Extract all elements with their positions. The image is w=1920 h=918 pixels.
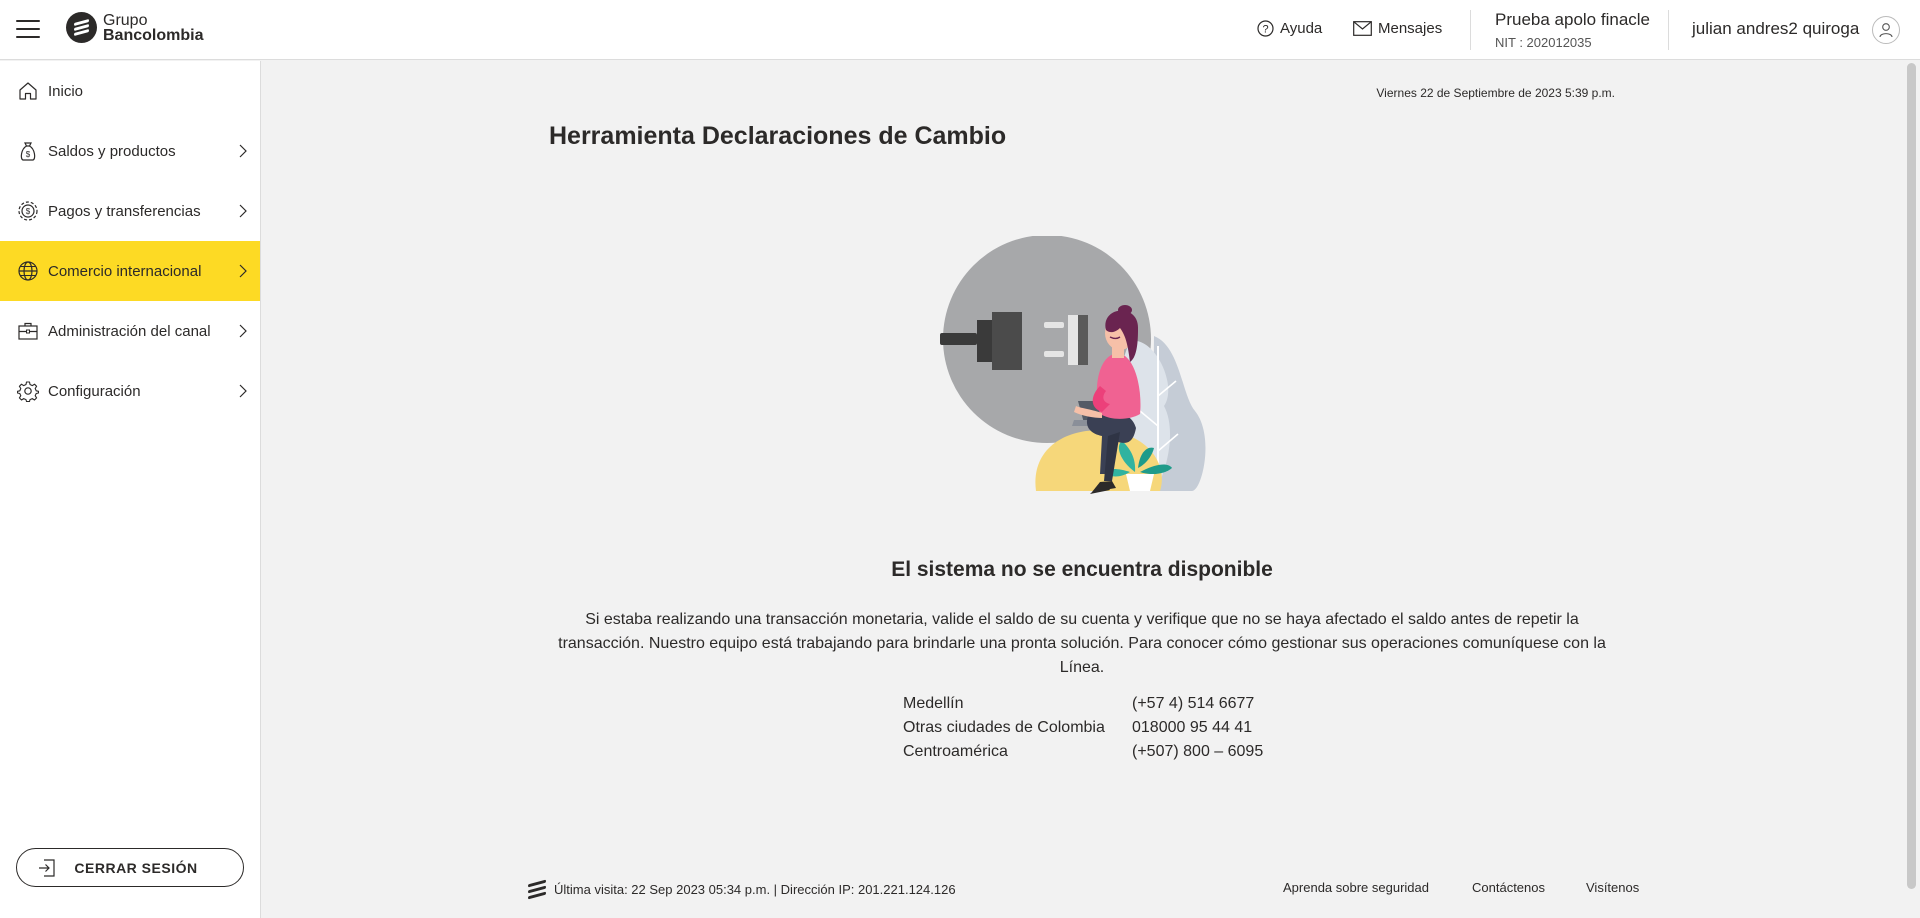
company-name: Prueba apolo finacle (1495, 10, 1651, 29)
home-icon (19, 82, 37, 100)
contact-city: Medellín (903, 695, 964, 712)
top-header: Grupo Bancolombia ? Ayuda Mensajes Prueb… (0, 0, 1920, 60)
help-link[interactable]: ? Ayuda (1257, 20, 1322, 37)
sidebar-item-pagos[interactable]: $ Pagos y transferencias (0, 181, 260, 241)
bancolombia-mark-icon (526, 879, 548, 900)
footer-link-seguridad[interactable]: Aprenda sobre seguridad (1283, 880, 1429, 895)
logout-arrow-icon (39, 859, 55, 877)
sidebar-item-administracion[interactable]: Administración del canal (0, 301, 260, 361)
sidebar-item-inicio[interactable]: Inicio (0, 61, 260, 121)
sidebar-item-label: Pagos y transferencias (48, 202, 201, 220)
error-title: El sistema no se encuentra disponible (891, 558, 1273, 581)
contact-phone-list: Medellín (+57 4) 514 6677 Otras ciudades… (903, 692, 1263, 764)
messages-label: Mensajes (1378, 20, 1443, 37)
help-circle-icon: ? (1257, 20, 1274, 37)
globe-icon (18, 261, 38, 281)
header-divider (1668, 10, 1669, 50)
logo-mark-icon (66, 12, 97, 43)
logout-label: CERRAR SESIÓN (74, 859, 198, 876)
contact-row: Medellín (+57 4) 514 6677 (903, 692, 1263, 716)
user-avatar-icon[interactable] (1872, 16, 1900, 44)
contact-row: Otras ciudades de Colombia 018000 95 44 … (903, 716, 1263, 740)
disconnected-plug-illustration (940, 236, 1206, 494)
vertical-scrollbar[interactable] (1903, 61, 1920, 918)
contact-phone: (+57 4) 514 6677 (1132, 695, 1255, 712)
contact-phone: (+507) 800 – 6095 (1132, 743, 1264, 760)
money-bag-icon: $ (20, 142, 36, 161)
user-name[interactable]: julian andres2 quiroga (1692, 19, 1859, 39)
company-info: Prueba apolo finacle NIT : 202012035 (1495, 10, 1650, 50)
footer-link-visitenos[interactable]: Visítenos (1586, 880, 1639, 895)
sidebar-item-configuracion[interactable]: Configuración (0, 361, 260, 421)
scrollbar-thumb[interactable] (1907, 63, 1916, 889)
sidebar: Inicio $ Saldos y productos $ Pagos y tr… (0, 61, 261, 918)
contact-phone: 018000 95 44 41 (1132, 719, 1253, 736)
chevron-right-icon (239, 264, 247, 278)
help-label: Ayuda (1280, 20, 1323, 37)
sidebar-item-label: Configuración (48, 382, 141, 400)
sidebar-item-label: Administración del canal (48, 322, 211, 340)
envelope-icon (1353, 21, 1372, 36)
current-datetime: Viernes 22 de Septiembre de 2023 5:39 p.… (1376, 86, 1615, 100)
chevron-right-icon (239, 324, 247, 338)
footer-link-contactenos[interactable]: Contáctenos (1472, 880, 1545, 895)
briefcase-icon (18, 322, 38, 340)
chevron-right-icon (239, 204, 247, 218)
bancolombia-logo[interactable]: Grupo Bancolombia (66, 12, 203, 43)
logo-line2: Bancolombia (103, 26, 204, 44)
page-title: Herramienta Declaraciones de Cambio (549, 122, 1007, 150)
svg-text:$: $ (26, 150, 31, 159)
footer-last-visit: Última visita: 22 Sep 2023 05:34 p.m. | … (526, 879, 956, 900)
payments-gear-icon: $ (18, 201, 38, 221)
sidebar-item-comercio-internacional[interactable]: Comercio internacional (0, 241, 260, 301)
error-message: Si estaba realizando una transacción mon… (558, 611, 1606, 676)
svg-text:$: $ (26, 207, 31, 216)
messages-link[interactable]: Mensajes (1353, 20, 1442, 37)
company-nit: NIT : 202012035 (1495, 35, 1592, 50)
contact-city: Centroamérica (903, 743, 1008, 760)
last-visit-text: Última visita: 22 Sep 2023 05:34 p.m. | … (554, 881, 956, 897)
header-divider (1470, 10, 1471, 50)
sidebar-item-saldos[interactable]: $ Saldos y productos (0, 121, 260, 181)
chevron-right-icon (239, 384, 247, 398)
logo-line1: Grupo (103, 11, 148, 29)
gear-icon (17, 381, 39, 402)
sidebar-item-label: Comercio internacional (48, 262, 202, 280)
sidebar-item-label: Inicio (48, 82, 84, 100)
chevron-right-icon (239, 144, 247, 158)
sidebar-item-label: Saldos y productos (48, 142, 176, 160)
contact-city: Otras ciudades de Colombia (903, 719, 1105, 736)
hamburger-menu-icon[interactable] (16, 20, 40, 40)
logout-button[interactable]: CERRAR SESIÓN (16, 848, 244, 887)
svg-text:?: ? (1262, 24, 1268, 36)
contact-row: Centroamérica (+507) 800 – 6095 (903, 740, 1263, 764)
